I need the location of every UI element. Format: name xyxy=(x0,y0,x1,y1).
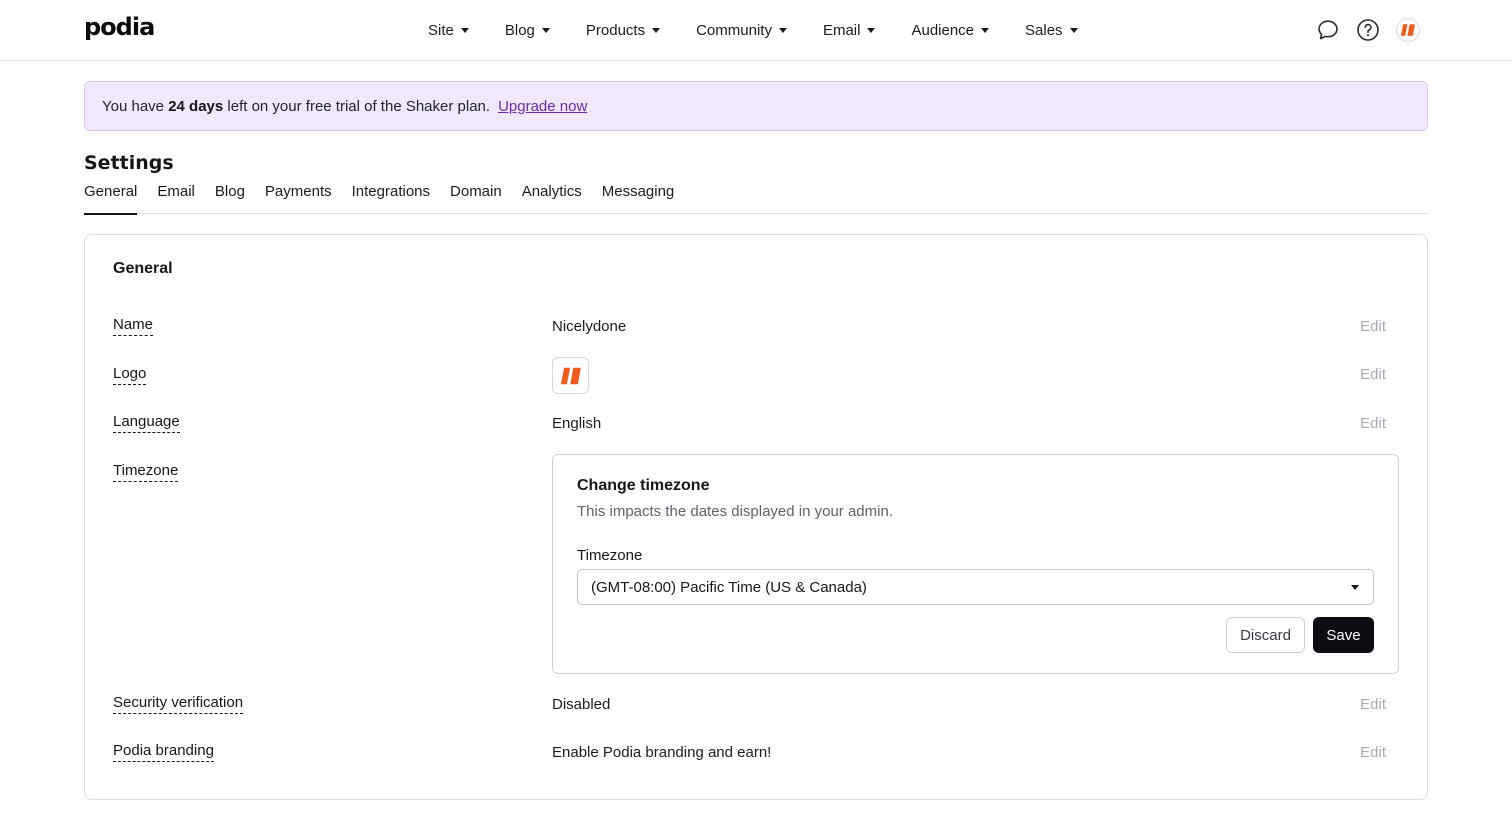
main-nav: Site Blog Products Community Email Audie… xyxy=(428,19,1078,41)
banner-text-suffix: left on your free trial of the Shaker pl… xyxy=(223,97,491,115)
tab-integrations[interactable]: Integrations xyxy=(352,180,430,214)
caret-down-icon xyxy=(460,28,469,33)
nav-sales-label: Sales xyxy=(1025,21,1063,39)
top-right-icons xyxy=(1300,18,1420,42)
caret-down-icon xyxy=(867,28,876,33)
change-timezone-panel: Change timezone This impacts the dates d… xyxy=(552,454,1399,674)
nav-sales[interactable]: Sales xyxy=(1025,22,1078,39)
caret-down-icon xyxy=(652,28,661,33)
timezone-selected-value: (GMT-08:00) Pacific Time (US & Canada) xyxy=(591,578,867,596)
save-button[interactable]: Save xyxy=(1313,617,1374,653)
avatar-logo-icon xyxy=(1400,24,1415,36)
card-title: General xyxy=(113,260,173,277)
nav-site-label: Site xyxy=(428,21,454,39)
discard-button[interactable]: Discard xyxy=(1226,617,1305,653)
tab-general[interactable]: General xyxy=(84,180,138,215)
logo-edit-link[interactable]: Edit xyxy=(1360,366,1386,384)
caret-down-icon xyxy=(541,28,550,33)
upgrade-now-link[interactable]: Upgrade now xyxy=(498,98,587,115)
caret-down-icon xyxy=(1069,28,1078,33)
tab-blog[interactable]: Blog xyxy=(215,180,245,214)
general-settings-card: General Name Nicelydone Edit Logo Edit L… xyxy=(84,234,1428,800)
podia-branding-label: Podia branding xyxy=(113,742,214,762)
language-label: Language xyxy=(113,413,180,433)
nav-blog[interactable]: Blog xyxy=(505,22,550,39)
trial-banner: You have 24 days left on your free trial… xyxy=(84,81,1428,131)
nav-email-label: Email xyxy=(822,21,861,39)
nav-audience[interactable]: Audience xyxy=(911,21,990,39)
help-icon[interactable] xyxy=(1356,18,1380,42)
logo-thumbnail xyxy=(552,357,589,394)
timezone-field-label: Timezone xyxy=(577,547,643,564)
tab-analytics[interactable]: Analytics xyxy=(522,180,582,214)
timezone-label: Timezone xyxy=(113,462,179,482)
page-title: Settings xyxy=(84,152,174,174)
language-edit-link[interactable]: Edit xyxy=(1360,415,1386,433)
name-label: Name xyxy=(113,316,154,336)
logo-label: Logo xyxy=(113,365,147,385)
nav-blog-label: Blog xyxy=(504,21,535,39)
name-value: Nicelydone xyxy=(552,318,627,335)
nav-community-label: Community xyxy=(696,21,772,39)
banner-days-left: 24 days xyxy=(168,97,224,115)
security-verification-label: Security verification xyxy=(113,694,244,714)
caret-down-icon xyxy=(778,28,787,33)
security-verification-value: Disabled xyxy=(552,696,611,713)
timezone-select[interactable]: (GMT-08:00) Pacific Time (US & Canada) xyxy=(577,569,1374,605)
nav-audience-label: Audience xyxy=(911,21,975,39)
panel-title: Change timezone xyxy=(577,477,710,494)
tab-domain[interactable]: Domain xyxy=(450,180,502,214)
panel-description: This impacts the dates displayed in your… xyxy=(577,503,893,520)
nav-community[interactable]: Community xyxy=(696,22,787,39)
name-edit-link[interactable]: Edit xyxy=(1360,318,1386,336)
podia-logo[interactable]: podia xyxy=(84,13,155,41)
podia-branding-edit-link[interactable]: Edit xyxy=(1360,744,1386,762)
tab-email[interactable]: Email xyxy=(157,180,195,214)
nav-email[interactable]: Email xyxy=(823,22,876,39)
account-avatar[interactable] xyxy=(1396,18,1420,42)
settings-tabs: General Email Blog Payments Integrations… xyxy=(84,180,1428,215)
nav-products[interactable]: Products xyxy=(585,21,661,39)
caret-down-icon xyxy=(981,28,990,33)
tab-messaging[interactable]: Messaging xyxy=(602,180,675,214)
podia-branding-value: Enable Podia branding and earn! xyxy=(552,744,772,761)
security-verification-edit-link[interactable]: Edit xyxy=(1360,696,1386,714)
top-navigation-bar: podia Site Blog Products Community Email… xyxy=(0,0,1512,61)
banner-text-prefix: You have xyxy=(102,97,169,115)
nav-site[interactable]: Site xyxy=(428,22,469,39)
nav-products-label: Products xyxy=(585,21,646,39)
podia-mark-icon xyxy=(560,367,581,384)
language-value: English xyxy=(552,415,602,432)
tab-payments[interactable]: Payments xyxy=(265,180,332,214)
chat-icon[interactable] xyxy=(1316,18,1340,42)
caret-down-icon xyxy=(1351,585,1359,590)
